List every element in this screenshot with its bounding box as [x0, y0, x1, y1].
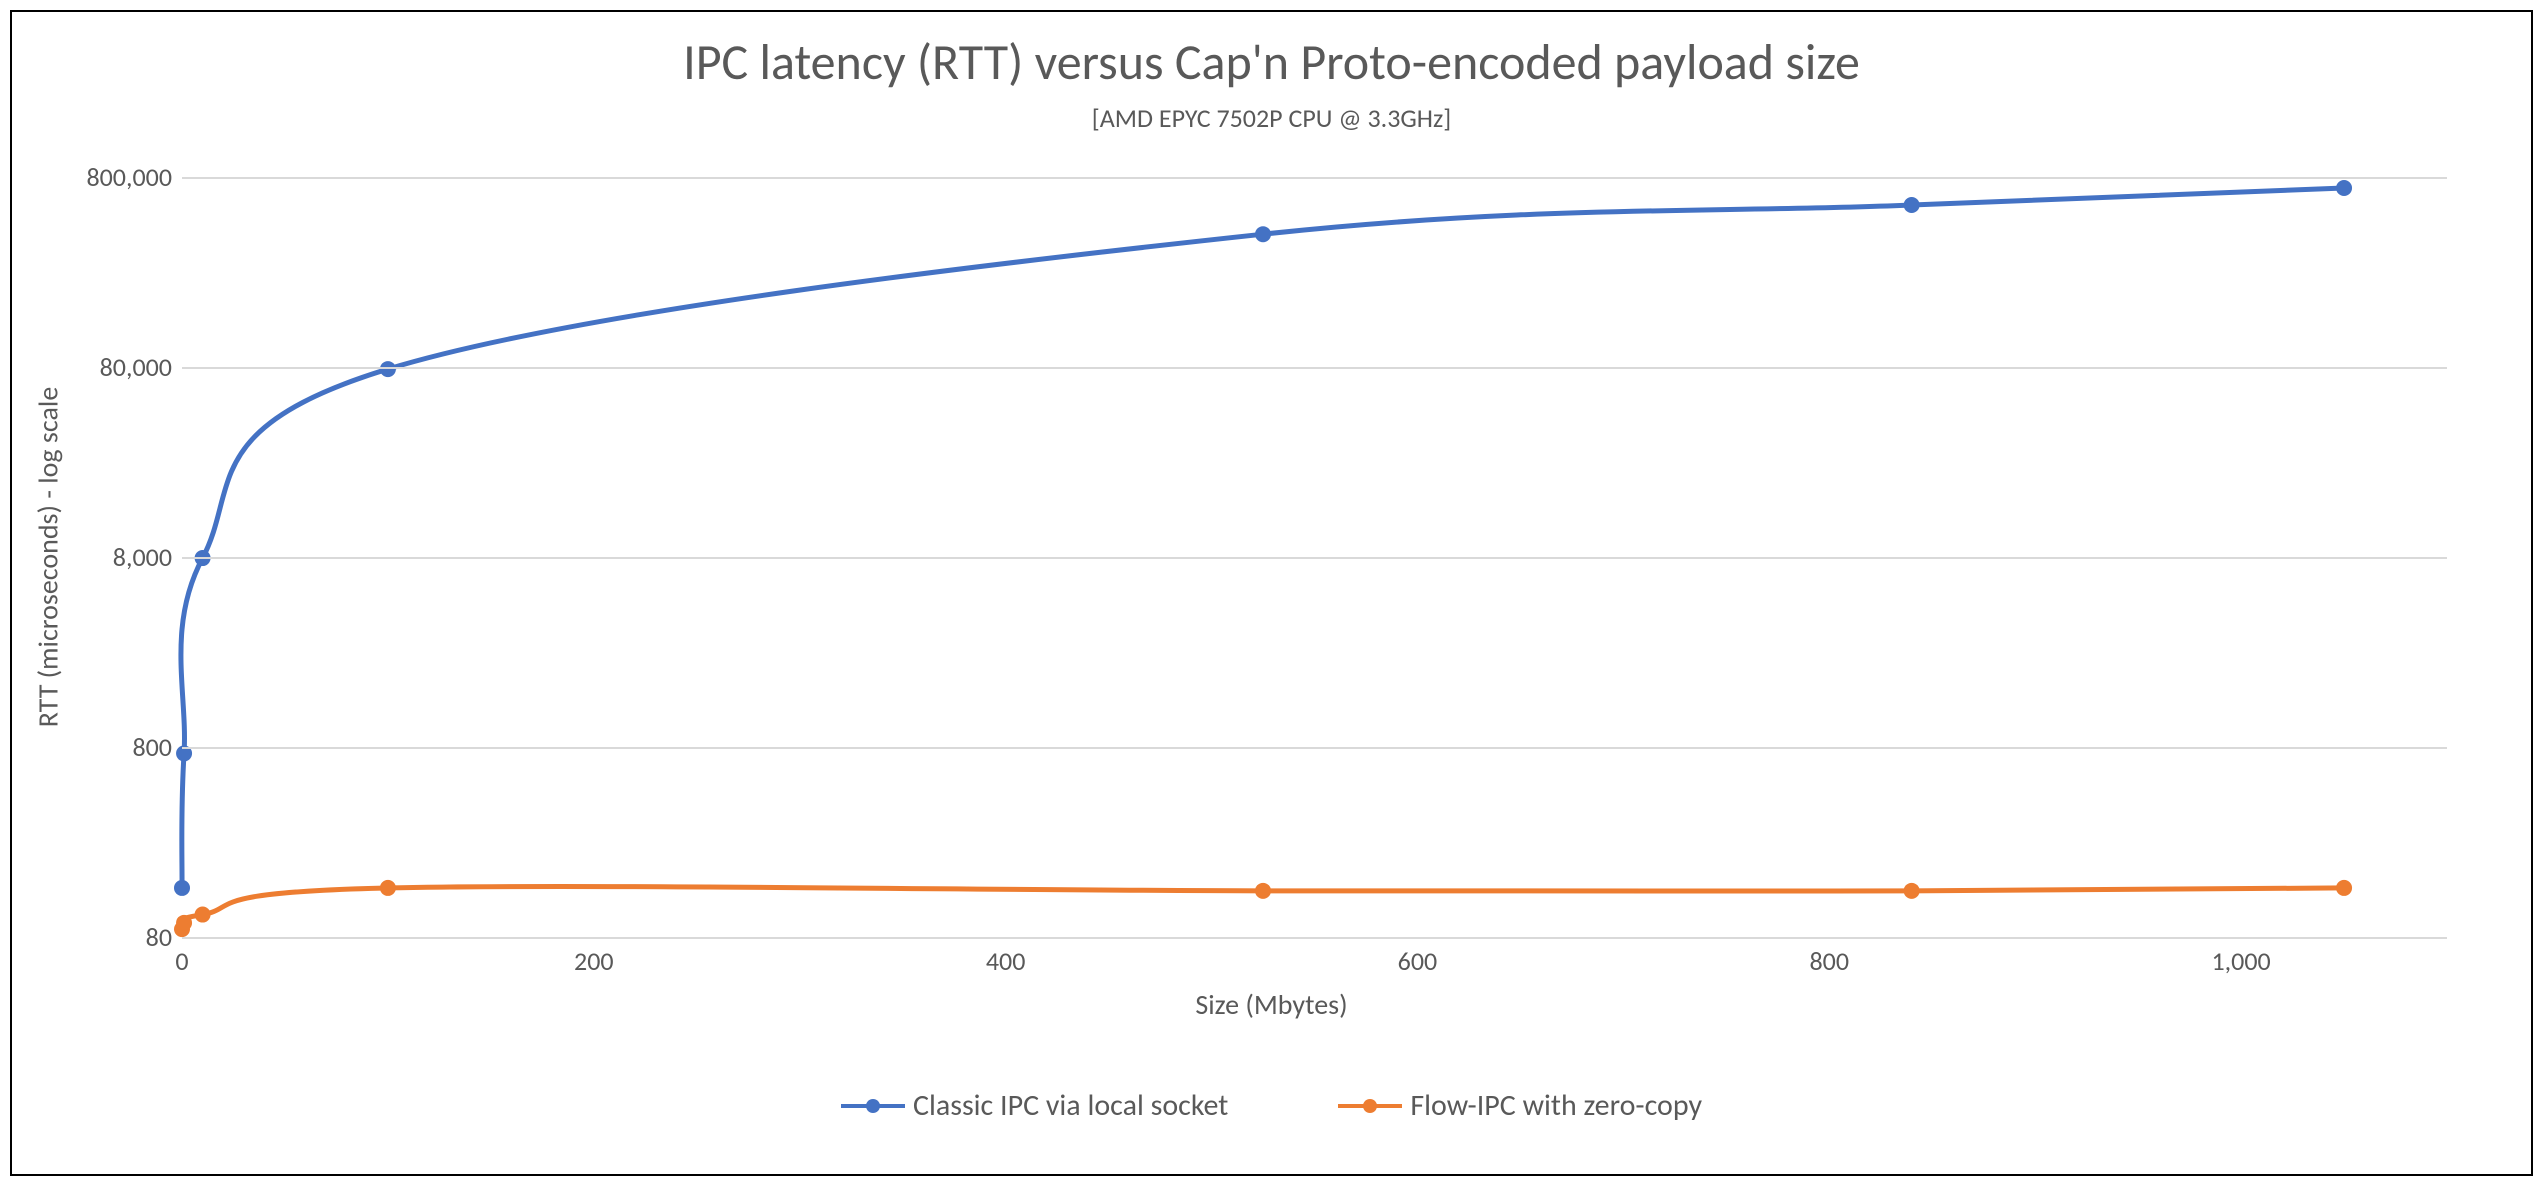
y-tick-label: 80,000	[67, 351, 172, 383]
y-tick-label: 800,000	[67, 161, 172, 193]
y-tick-label: 800	[67, 731, 172, 763]
x-tick-label: 200	[574, 945, 614, 977]
x-tick-label: 1,000	[2211, 945, 2270, 977]
x-tick-label: 600	[1398, 945, 1438, 977]
data-point	[1255, 226, 1271, 242]
gridline	[182, 367, 2447, 369]
gridline	[182, 177, 2447, 179]
data-point	[2336, 180, 2352, 196]
x-axis-label: Size (Mbytes)	[12, 987, 2531, 1022]
data-point	[176, 915, 192, 931]
data-point	[174, 880, 190, 896]
legend-swatch-flow-ipc	[1338, 1094, 1402, 1118]
x-tick-label: 0	[175, 945, 188, 977]
data-point	[380, 361, 396, 377]
plot-area: 808008,00080,000800,00002004006008001,00…	[182, 177, 2447, 937]
legend-item-flow-ipc: Flow-IPC with zero-copy	[1338, 1087, 1702, 1124]
gridline	[182, 557, 2447, 559]
chart-title: IPC latency (RTT) versus Cap'n Proto-enc…	[12, 32, 2531, 93]
data-point	[1904, 197, 1920, 213]
x-tick-label: 800	[1809, 945, 1849, 977]
legend-label-classic-ipc: Classic IPC via local socket	[913, 1087, 1228, 1124]
series-line	[181, 188, 2344, 888]
data-point	[195, 907, 211, 923]
gridline	[182, 747, 2447, 749]
data-point	[1904, 883, 1920, 899]
y-axis-label: RTT (microseconds) - log scale	[31, 387, 66, 728]
y-tick-label: 80	[67, 921, 172, 953]
legend-swatch-classic-ipc	[841, 1094, 905, 1118]
data-point	[380, 880, 396, 896]
legend: Classic IPC via local socket Flow-IPC wi…	[12, 1087, 2531, 1124]
chart-frame: IPC latency (RTT) versus Cap'n Proto-enc…	[10, 10, 2533, 1176]
chart-subtitle: [AMD EPYC 7502P CPU @ 3.3GHz]	[12, 102, 2531, 134]
x-tick-label: 400	[986, 945, 1026, 977]
gridline	[182, 937, 2447, 939]
data-point	[2336, 880, 2352, 896]
legend-label-flow-ipc: Flow-IPC with zero-copy	[1410, 1087, 1702, 1124]
y-tick-label: 8,000	[67, 541, 172, 573]
data-point	[1255, 883, 1271, 899]
legend-item-classic-ipc: Classic IPC via local socket	[841, 1087, 1228, 1124]
